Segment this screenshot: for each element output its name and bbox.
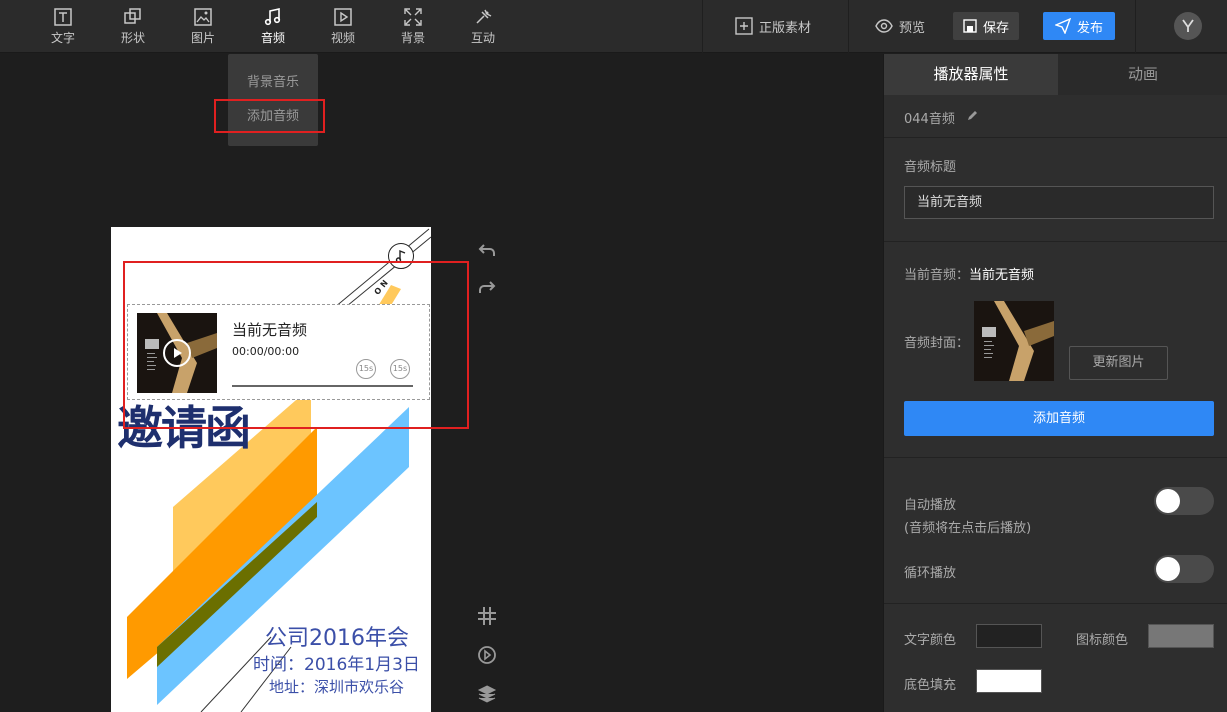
interactive-icon xyxy=(476,9,492,24)
redo-button[interactable] xyxy=(476,275,498,297)
tool-video[interactable]: 视频 xyxy=(315,0,371,53)
highlight-box-player xyxy=(123,261,469,429)
cover-thumbnail xyxy=(974,301,1054,381)
eye-icon xyxy=(875,19,893,33)
toggle-knob xyxy=(1156,557,1180,581)
grid-icon xyxy=(478,607,496,625)
undo-icon xyxy=(478,244,495,256)
tab-animation[interactable]: 动画 xyxy=(1058,54,1227,95)
save-icon xyxy=(963,19,977,33)
bg-fill-swatch[interactable] xyxy=(976,669,1042,693)
edit-pencil-icon[interactable] xyxy=(966,110,978,122)
music-note-icon xyxy=(264,8,281,26)
cover-label: 音频封面： xyxy=(904,336,970,351)
play-preview-button[interactable] xyxy=(476,644,498,666)
autoplay-toggle[interactable] xyxy=(1154,487,1214,515)
divider xyxy=(884,603,1227,604)
tool-label: 背景 xyxy=(400,31,425,45)
tool-interactive[interactable]: 互动 xyxy=(455,0,511,53)
divider xyxy=(884,457,1227,458)
current-audio-key: 当前音频： xyxy=(904,268,970,283)
tool-background[interactable]: 背景 xyxy=(385,0,441,53)
redo-icon xyxy=(479,281,496,293)
avatar[interactable] xyxy=(1174,12,1202,40)
text-icon xyxy=(54,8,72,26)
toolbar-divider xyxy=(702,0,703,53)
stock-material-label: 正版素材 xyxy=(759,20,812,36)
layers-icon xyxy=(477,685,497,703)
toolbar-divider xyxy=(848,0,849,53)
play-circle-icon xyxy=(478,646,496,664)
event-location[interactable]: 地址：深圳市欢乐谷 xyxy=(269,676,404,697)
component-name: 044音频 xyxy=(904,112,955,127)
top-toolbar: 文字 形状 图片 音频 视频 背景 互动 正版素材 预览 保存 发布 xyxy=(0,0,1227,53)
tool-label: 音频 xyxy=(260,31,285,45)
loop-label: 循环播放 xyxy=(904,566,957,581)
shape-icon xyxy=(124,8,141,24)
grid-button[interactable] xyxy=(476,605,498,627)
undo-button[interactable] xyxy=(476,240,498,262)
tool-image[interactable]: 图片 xyxy=(175,0,231,53)
preview-label: 预览 xyxy=(899,20,926,36)
stock-material-button[interactable]: 正版素材 xyxy=(735,12,811,40)
image-icon xyxy=(194,8,212,26)
tool-label: 图片 xyxy=(190,31,215,45)
tool-label: 互动 xyxy=(470,31,495,45)
event-title[interactable]: 公司2016年会 xyxy=(265,620,409,652)
toggle-knob xyxy=(1156,489,1180,513)
toolbar-divider xyxy=(1135,0,1136,53)
divider xyxy=(884,241,1227,242)
autoplay-note: (音频将在点击后播放) xyxy=(904,521,1032,536)
current-audio-label: 当前音频：当前无音频 xyxy=(904,264,1034,283)
publish-label: 发布 xyxy=(1077,20,1104,36)
send-icon xyxy=(1055,18,1071,34)
autoplay-label: 自动播放 xyxy=(904,498,957,513)
update-image-button[interactable]: 更新图片 xyxy=(1069,346,1168,380)
text-color-swatch[interactable] xyxy=(976,624,1042,648)
publish-button[interactable]: 发布 xyxy=(1043,12,1116,40)
preview-button[interactable]: 预览 xyxy=(875,12,925,40)
event-time[interactable]: 时间：2016年1月3日 xyxy=(253,650,420,675)
save-label: 保存 xyxy=(983,20,1010,36)
tool-shape[interactable]: 形状 xyxy=(105,0,161,53)
add-audio-button[interactable]: 添加音频 xyxy=(904,401,1214,436)
audio-title-input[interactable]: 当前无音频 xyxy=(904,186,1214,219)
current-audio-value: 当前无音频 xyxy=(969,268,1035,283)
properties-panel: 播放器属性 动画 044音频 音频标题 当前无音频 当前音频：当前无音频 音频封… xyxy=(883,54,1227,712)
audio-title-label: 音频标题 xyxy=(904,160,957,175)
divider xyxy=(884,137,1227,138)
user-logo-icon xyxy=(1182,19,1194,32)
tool-label: 形状 xyxy=(120,31,145,45)
tool-label: 视频 xyxy=(330,31,355,45)
tab-player-properties[interactable]: 播放器属性 xyxy=(884,54,1058,95)
save-button[interactable]: 保存 xyxy=(953,12,1020,40)
layers-button[interactable] xyxy=(476,683,498,705)
text-color-label: 文字颜色 xyxy=(904,633,957,648)
menu-item-background-music[interactable]: 背景音乐 xyxy=(228,68,318,98)
tool-label: 文字 xyxy=(50,31,75,45)
tool-audio[interactable]: 音频 xyxy=(245,0,301,53)
loop-toggle[interactable] xyxy=(1154,555,1214,583)
icon-color-swatch[interactable] xyxy=(1148,624,1214,648)
icon-color-label: 图标颜色 xyxy=(1076,633,1129,648)
highlight-box-add-audio xyxy=(214,99,325,133)
video-icon xyxy=(334,8,352,26)
tool-text[interactable]: 文字 xyxy=(35,0,91,53)
add-square-icon xyxy=(735,17,753,35)
bg-fill-label: 底色填充 xyxy=(904,678,957,693)
background-icon xyxy=(404,8,422,26)
